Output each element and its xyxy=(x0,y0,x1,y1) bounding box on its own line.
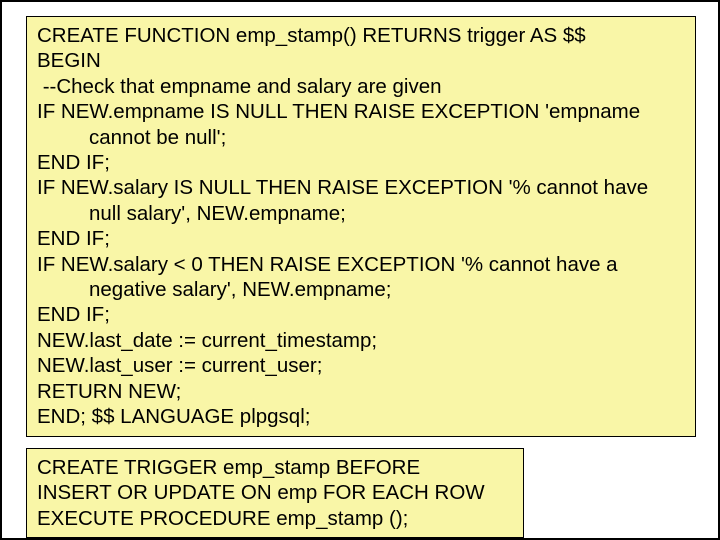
code-line: IF NEW.empname IS NULL THEN RAISE EXCEPT… xyxy=(37,99,685,150)
slide-frame: CREATE FUNCTION emp_stamp() RETURNS trig… xyxy=(0,0,720,540)
code-line: END; $$ LANGUAGE plpgsql; xyxy=(37,404,685,429)
code-line: BEGIN xyxy=(37,48,685,73)
code-line: CREATE FUNCTION emp_stamp() RETURNS trig… xyxy=(37,23,685,48)
code-block-trigger: CREATE TRIGGER emp_stamp BEFORE INSERT O… xyxy=(26,448,524,538)
code-line: IF NEW.salary IS NULL THEN RAISE EXCEPTI… xyxy=(37,175,685,226)
code-line: RETURN NEW; xyxy=(37,379,685,404)
code-line: CREATE TRIGGER emp_stamp BEFORE xyxy=(37,455,513,480)
code-line: EXECUTE PROCEDURE emp_stamp (); xyxy=(37,506,513,531)
code-line: --Check that empname and salary are give… xyxy=(37,74,685,99)
code-line: NEW.last_user := current_user; xyxy=(37,353,685,378)
code-line: IF NEW.salary < 0 THEN RAISE EXCEPTION '… xyxy=(37,252,685,303)
code-line: END IF; xyxy=(37,302,685,327)
code-line: INSERT OR UPDATE ON emp FOR EACH ROW xyxy=(37,480,513,505)
code-line: END IF; xyxy=(37,226,685,251)
code-block-function: CREATE FUNCTION emp_stamp() RETURNS trig… xyxy=(26,16,696,437)
code-line: NEW.last_date := current_timestamp; xyxy=(37,328,685,353)
code-line: END IF; xyxy=(37,150,685,175)
